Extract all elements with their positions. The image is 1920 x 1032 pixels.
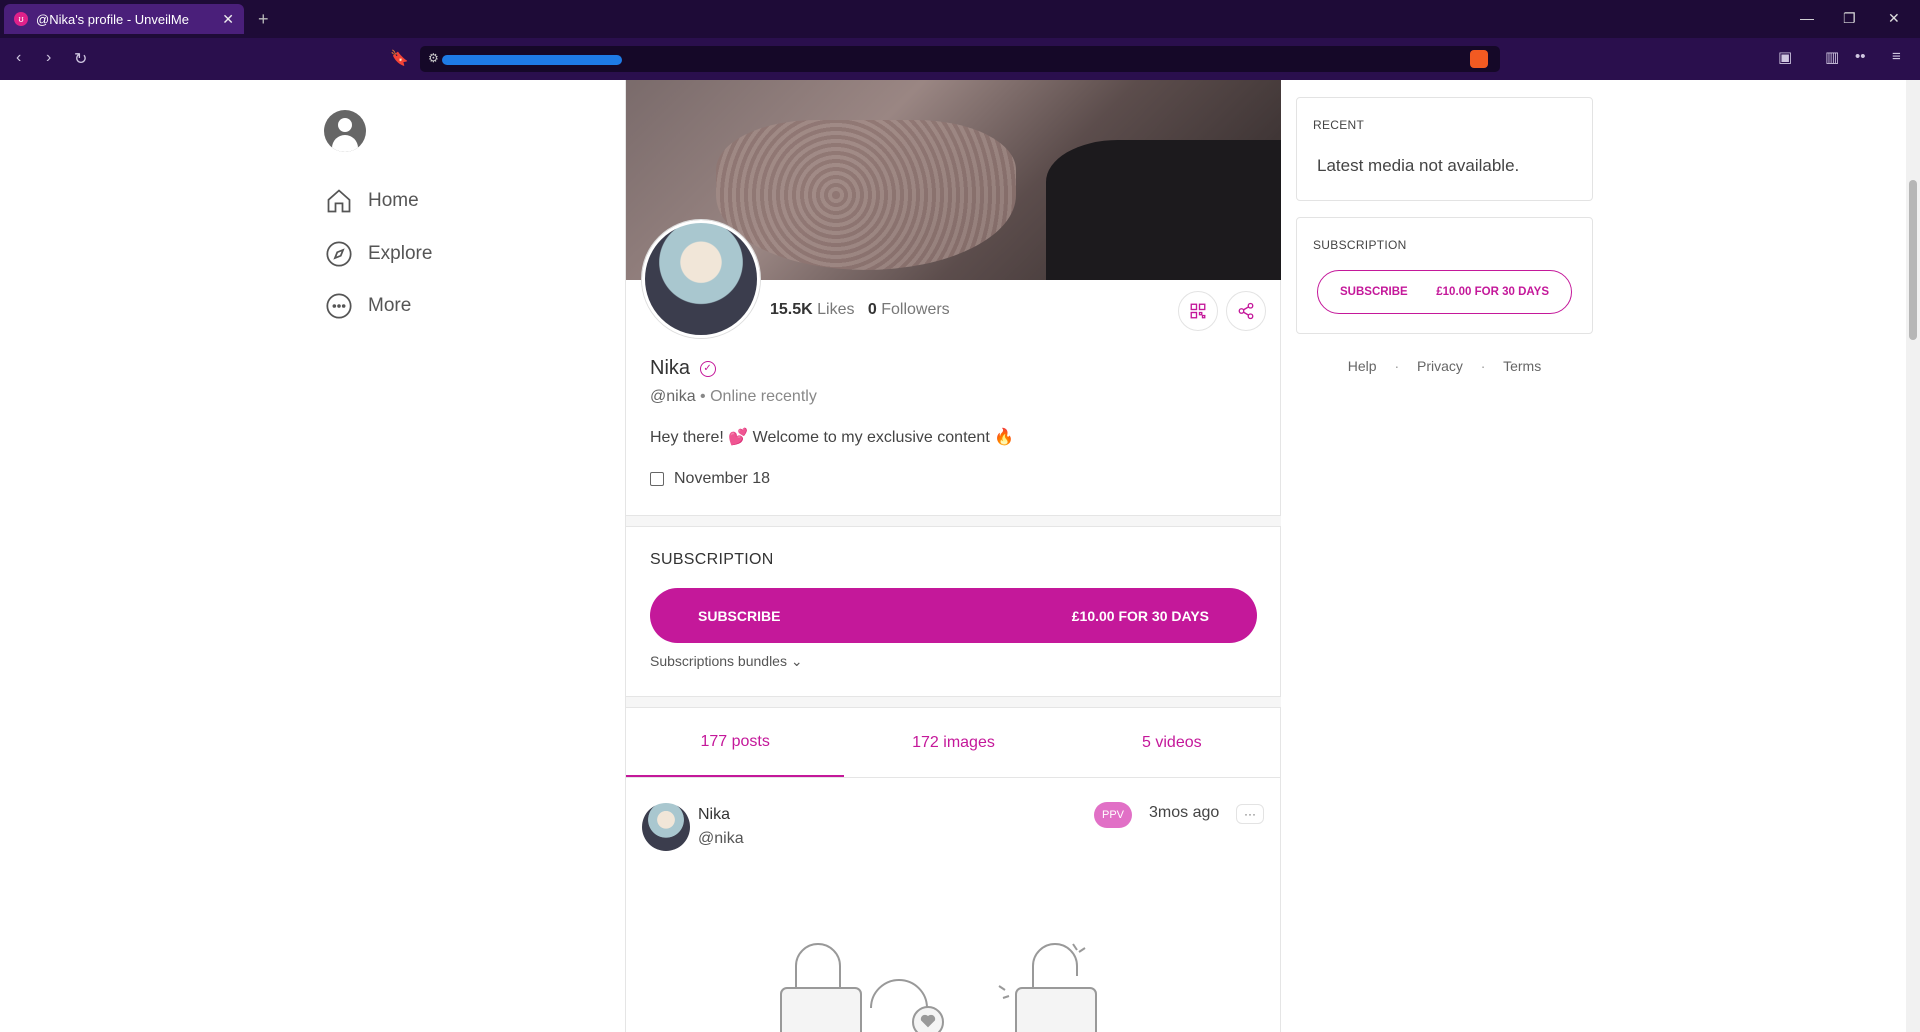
post-author-handle[interactable]: @nika (698, 830, 744, 848)
chevron-down-icon: ⌄ (790, 653, 803, 669)
browser-tab-title: @Nika's profile - UnveilMe (36, 11, 189, 27)
recent-title: RECENT (1313, 118, 1365, 132)
likes-count: 15.5K (770, 301, 813, 318)
nav-item-home[interactable]: Home (324, 186, 419, 216)
compass-icon (324, 239, 354, 269)
online-status: • Online recently (700, 388, 817, 405)
browser-tab-bar: ʊ @Nika's profile - UnveilMe ✕ + — ❐ ✕ (0, 0, 1920, 38)
section-divider (626, 696, 1281, 708)
profile-name-row: Nika ✓ (650, 357, 716, 380)
subscription-title: SUBSCRIPTION (650, 551, 774, 568)
footer-link-terms[interactable]: Terms (1503, 358, 1541, 374)
redacted-url (442, 55, 622, 65)
footer-separator: · (1394, 358, 1400, 374)
content-tabs: 177 posts 172 images 5 videos (626, 708, 1281, 778)
footer-link-help[interactable]: Help (1348, 358, 1377, 374)
locked-content-illustration (780, 943, 1097, 1032)
nav-item-explore[interactable]: Explore (324, 239, 432, 269)
profile-bio: Hey there! 💕 Welcome to my exclusive con… (650, 429, 1015, 446)
sidebar-subscription-card: SUBSCRIPTION SUBSCRIBE £10.00 FOR 30 DAY… (1296, 217, 1593, 334)
profile-handle-row: @nika • Online recently (650, 388, 817, 406)
menu-icon[interactable]: ≡ (1892, 48, 1901, 65)
browser-tab[interactable]: ʊ @Nika's profile - UnveilMe ✕ (4, 4, 244, 34)
more-icon (324, 291, 354, 321)
bundles-label: Subscriptions bundles (650, 653, 787, 669)
user-avatar-icon[interactable] (324, 110, 366, 152)
followers-label: Followers (881, 301, 950, 318)
nav-label-more: More (368, 295, 412, 316)
footer-links: Help · Privacy · Terms (1296, 358, 1593, 374)
back-icon[interactable]: ‹ (16, 49, 21, 67)
ppv-badge: PPV (1094, 802, 1132, 828)
recent-card: RECENT Latest media not available. (1296, 97, 1593, 201)
sidebar-subscribe-price: £10.00 FOR 30 DAYS (1436, 286, 1549, 298)
brave-shields-icon[interactable] (1470, 50, 1488, 68)
restore-icon[interactable]: ❐ (1843, 10, 1856, 27)
recent-text: Latest media not available. (1317, 156, 1520, 175)
joined-date: November 18 (674, 470, 771, 487)
minimize-icon[interactable]: — (1800, 10, 1814, 26)
sidebar-subscription-title: SUBSCRIPTION (1313, 238, 1407, 252)
nav-item-more[interactable]: More (324, 291, 411, 321)
joined-date-row: November 18 (650, 470, 770, 488)
site-settings-icon[interactable]: ⚙ (428, 51, 439, 65)
extensions-icon[interactable]: •• (1855, 48, 1866, 65)
profile-stats: 15.5K Likes 0 Followers (770, 301, 950, 319)
forward-icon[interactable]: › (46, 49, 51, 67)
tab-search-icon[interactable]: ▣ (1778, 48, 1792, 66)
page-scrollbar[interactable] (1906, 80, 1920, 1032)
footer-separator: · (1480, 358, 1486, 374)
section-divider (626, 515, 1281, 527)
verified-badge-icon: ✓ (699, 360, 716, 377)
close-tab-icon[interactable]: ✕ (222, 11, 234, 28)
followers-count: 0 (867, 301, 877, 318)
share-button[interactable] (1226, 291, 1266, 331)
share-icon (1238, 302, 1254, 320)
post-more-button[interactable]: ··· (1236, 804, 1264, 824)
tab-images[interactable]: 172 images (844, 708, 1062, 777)
tab-posts[interactable]: 177 posts (626, 708, 845, 777)
address-bar[interactable]: ⚙ (420, 46, 1500, 72)
likes-label: Likes (817, 301, 855, 318)
footer-link-privacy[interactable]: Privacy (1417, 358, 1463, 374)
nav-label-home: Home (368, 190, 419, 211)
qr-code-button[interactable] (1178, 291, 1218, 331)
profile-handle: @nika (650, 388, 696, 405)
post-author-name[interactable]: Nika (698, 806, 730, 824)
sidebar-subscribe-button[interactable]: SUBSCRIBE £10.00 FOR 30 DAYS (1317, 270, 1572, 314)
subscription-bundles-toggle[interactable]: Subscriptions bundles ⌄ (650, 653, 803, 670)
qr-code-icon (1190, 303, 1206, 319)
sidebar-toggle-icon[interactable]: ▥ (1825, 48, 1839, 66)
reload-icon[interactable]: ↻ (74, 49, 87, 69)
bookmark-icon[interactable]: 🔖 (390, 49, 409, 67)
calendar-icon (650, 472, 664, 486)
post-time: 3mos ago (1149, 804, 1220, 821)
tab-videos[interactable]: 5 videos (1063, 708, 1281, 777)
profile-name: Nika (650, 357, 691, 379)
home-icon (324, 186, 354, 216)
browser-toolbar: ‹ › ↻ 🔖 ⚙ ▣ ▥ •• ≡ (0, 38, 1920, 80)
profile-column: 15.5K Likes 0 Followers Nika ✓ @nika • O… (625, 80, 1281, 1032)
nav-label-explore: Explore (368, 243, 433, 264)
sidebar-subscribe-label: SUBSCRIBE (1340, 286, 1408, 298)
page-content: Home Explore More 15.5K Likes 0 Follower… (0, 80, 1920, 1032)
scrollbar-thumb[interactable] (1909, 180, 1917, 340)
new-tab-icon[interactable]: + (258, 9, 269, 30)
profile-avatar[interactable] (642, 220, 760, 338)
subscribe-price: £10.00 FOR 30 DAYS (1071, 607, 1209, 624)
post-author-avatar[interactable] (642, 803, 690, 851)
site-favicon-icon: ʊ (14, 12, 28, 26)
subscribe-button[interactable]: SUBSCRIBE £10.00 FOR 30 DAYS (650, 588, 1257, 643)
subscribe-label: SUBSCRIBE (698, 607, 781, 624)
window-close-icon[interactable]: ✕ (1888, 10, 1900, 27)
